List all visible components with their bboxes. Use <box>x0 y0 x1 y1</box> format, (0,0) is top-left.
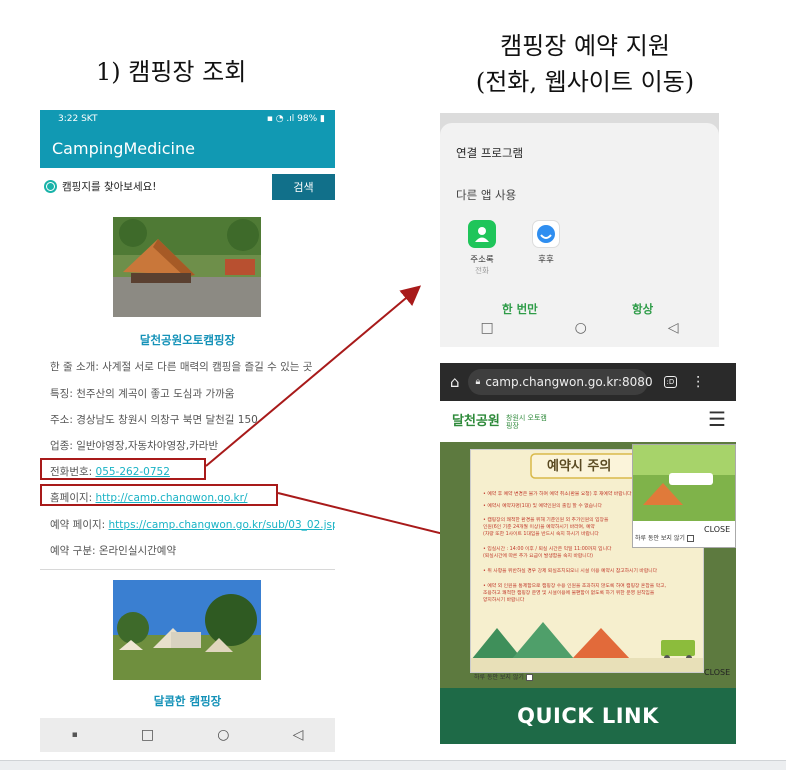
overview-icon[interactable]: □ <box>480 320 493 336</box>
popup-line: • 예약시 예약자명(1대) 및 예약인원의 출입 할 수 없습니다 <box>483 504 602 509</box>
url-field[interactable]: 🔒︎ camp.changwon.go.kr:8080 <box>467 369 653 395</box>
site-logo[interactable]: 달천공원 <box>452 410 500 429</box>
popup-line: • 예약 후 예약 변경은 불가 하며 예약 취소(환불 요청) 후 재예약 바… <box>483 492 632 497</box>
chooser-subtitle: 다른 앱 사용 <box>456 188 517 202</box>
site-header: 달천공원 창원시 오토캠핑장 ☰ <box>440 401 736 442</box>
popup-line: • 위 사항을 위반하실 경우 강제 퇴실조치되오니 시설 이용 예약시 참고하… <box>483 569 658 574</box>
dismiss-checkbox[interactable] <box>525 674 533 681</box>
popup-line: 조용하고 쾌적한 캠핑장 운영 및 시설이용에 불편함이 없도록 하기 위한 운… <box>483 591 655 596</box>
app-chooser-dialog: 연결 프로그램 다른 앱 사용 주소록 전화 후후 한 번만 항상 □ ○ ◁ <box>440 113 719 347</box>
page-bottom-strip <box>0 760 786 770</box>
contacts-icon[interactable] <box>468 220 496 248</box>
home-icon[interactable]: ⌂ <box>450 373 460 391</box>
small-popup-close-button[interactable]: CLOSE <box>704 525 730 534</box>
browser-url-bar: ⌂ 🔒︎ camp.changwon.go.kr:8080 :D ⋮ <box>440 363 736 401</box>
popup-line: (퇴실시간에 따른 추가 요금이 발생함을 숙지 바랍니다) <box>483 554 593 559</box>
home-icon[interactable]: ○ <box>575 320 587 336</box>
popup-line: • 캠핑장의 쾌적한 환경을 위해 기준인원 외 추가인원의 입장을 <box>483 518 609 523</box>
popup-line: • 예약 외 인원을 통제함으로 캠핑장 수용 인원을 초과하지 않도록 하여 … <box>483 584 667 589</box>
contacts-sublabel: 전화 <box>475 266 489 275</box>
popup-dismiss-row[interactable]: 하루 동안 보지 않기 <box>474 672 533 681</box>
lock-icon: 🔒︎ <box>475 377 481 387</box>
whowho-label: 후후 <box>538 255 554 265</box>
url-text: camp.changwon.go.kr:8080 <box>485 375 653 389</box>
small-popup: 하루 동안 보지 않기 CLOSE <box>632 444 736 548</box>
whowho-icon[interactable] <box>532 220 560 248</box>
small-popup-dismiss[interactable]: 하루 동안 보지 않기 <box>635 533 694 542</box>
popup-line: 양지하시기 바랍니다 <box>483 598 525 603</box>
more-menu-icon[interactable]: ⋮ <box>691 374 705 390</box>
chooser-title: 연결 프로그램 <box>456 146 524 160</box>
quick-link-banner[interactable]: QUICK LINK <box>440 688 736 744</box>
popup-line: (차량 또한 1사이트 1대임을 반드시 숙지 하시기 바랍니다 <box>483 532 599 537</box>
popup-close-button[interactable]: CLOSE <box>704 668 730 677</box>
popup-title: 예약시 주의 <box>547 459 612 474</box>
popup-line: 인원(6인 기준 24개월 이상)을 예약하시기 바라며, 예약 <box>483 525 595 530</box>
small-dismiss-checkbox[interactable] <box>686 535 694 542</box>
tab-count-button[interactable]: :D <box>663 376 678 388</box>
contacts-label: 주소록 <box>470 255 494 265</box>
hamburger-menu-icon[interactable]: ☰ <box>708 407 726 431</box>
browser-screen: ⌂ 🔒︎ camp.changwon.go.kr:8080 :D ⋮ 달천공원 … <box>440 363 736 744</box>
site-logo-sub: 창원시 오토캠핑장 <box>506 414 547 430</box>
chooser-nav-bar: □ ○ ◁ <box>440 309 719 347</box>
arrow-to-chooser <box>205 285 422 467</box>
back-icon[interactable]: ◁ <box>668 320 679 336</box>
popup-line: • 입실시간 : 14:00 이후 / 퇴실 시간은 익일 11:00까지 입니… <box>483 547 612 552</box>
